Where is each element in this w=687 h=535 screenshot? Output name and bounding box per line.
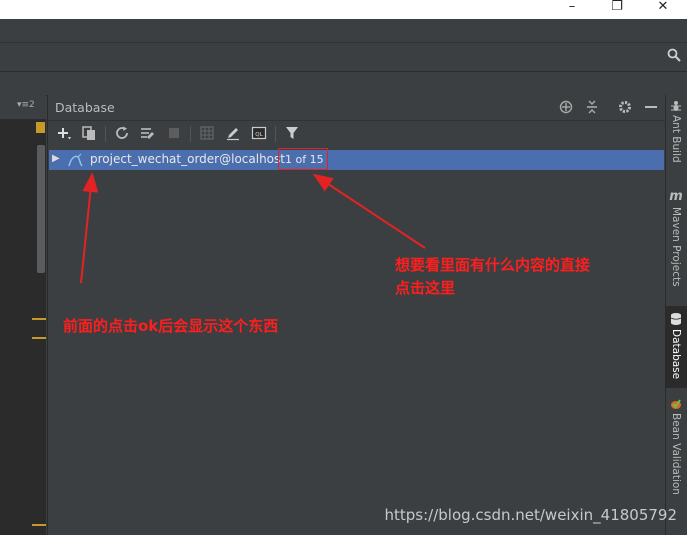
editor-scrollbar[interactable] <box>37 145 45 273</box>
tab-label: Database <box>670 329 682 380</box>
annotation-note-left: 前面的点击ok后会显示这个东西 <box>63 317 279 335</box>
filter-icon[interactable] <box>284 125 300 141</box>
annotation-note-right-1: 想要看里面有什么内容的直接 <box>395 256 591 274</box>
close-button[interactable]: ✕ <box>640 0 686 19</box>
main-toolbar <box>0 43 687 72</box>
stop-icon[interactable] <box>166 125 182 141</box>
collapse-all-icon[interactable] <box>584 99 600 115</box>
watermark: https://blog.csdn.net/weixin_41805792 <box>384 506 677 524</box>
editor-warning-marker <box>36 122 45 133</box>
hide-panel-icon[interactable] <box>643 99 659 115</box>
annotation-highlight-box <box>278 148 328 170</box>
expand-arrow-icon[interactable]: ▶ <box>52 153 60 164</box>
tab-bean-validation[interactable]: Bean Validation <box>665 398 687 508</box>
editor-change-marker <box>32 337 46 339</box>
duplicate-icon[interactable] <box>81 125 97 141</box>
datasource-label[interactable]: project_wechat_order@localhost <box>90 152 285 166</box>
editor-change-marker <box>32 318 46 320</box>
edit-icon[interactable] <box>225 125 241 141</box>
minimize-button[interactable]: – <box>549 0 595 19</box>
editor-change-marker <box>32 524 46 526</box>
gear-icon[interactable] <box>617 99 633 115</box>
database-icon <box>670 313 682 325</box>
mysql-datasource-icon <box>68 153 83 167</box>
search-icon[interactable] <box>667 48 681 62</box>
toolbar-separator <box>105 126 106 142</box>
panel-title: Database <box>55 100 115 115</box>
tab-ant-build[interactable]: Ant Build <box>665 100 687 180</box>
plus-icon[interactable] <box>56 125 72 141</box>
navigation-bar <box>0 72 687 96</box>
tab-label: Bean Validation <box>670 413 682 495</box>
sql-console-icon[interactable]: QL <box>251 125 267 141</box>
bean-validation-icon <box>671 399 681 409</box>
tab-database[interactable]: Database <box>665 306 687 388</box>
svg-text:QL: QL <box>255 132 263 138</box>
maximize-button[interactable]: ❐ <box>594 0 640 19</box>
table-icon[interactable] <box>199 125 215 141</box>
maven-icon: m <box>669 189 683 204</box>
refresh-icon[interactable] <box>114 125 130 141</box>
editor-tab-menu[interactable]: ▾≡2 <box>17 100 35 110</box>
tab-label: Maven Projects <box>670 207 682 287</box>
tab-maven-projects[interactable]: m Maven Projects <box>665 190 687 302</box>
menu-bar <box>0 19 687 43</box>
toolbar-separator <box>190 126 191 142</box>
annotation-note-right-2: 点击这里 <box>395 279 456 297</box>
target-icon[interactable] <box>558 99 574 115</box>
ant-icon <box>671 101 681 111</box>
tab-label: Ant Build <box>670 115 682 163</box>
toolbar-separator <box>275 126 276 142</box>
schema-sync-icon[interactable] <box>139 125 155 141</box>
